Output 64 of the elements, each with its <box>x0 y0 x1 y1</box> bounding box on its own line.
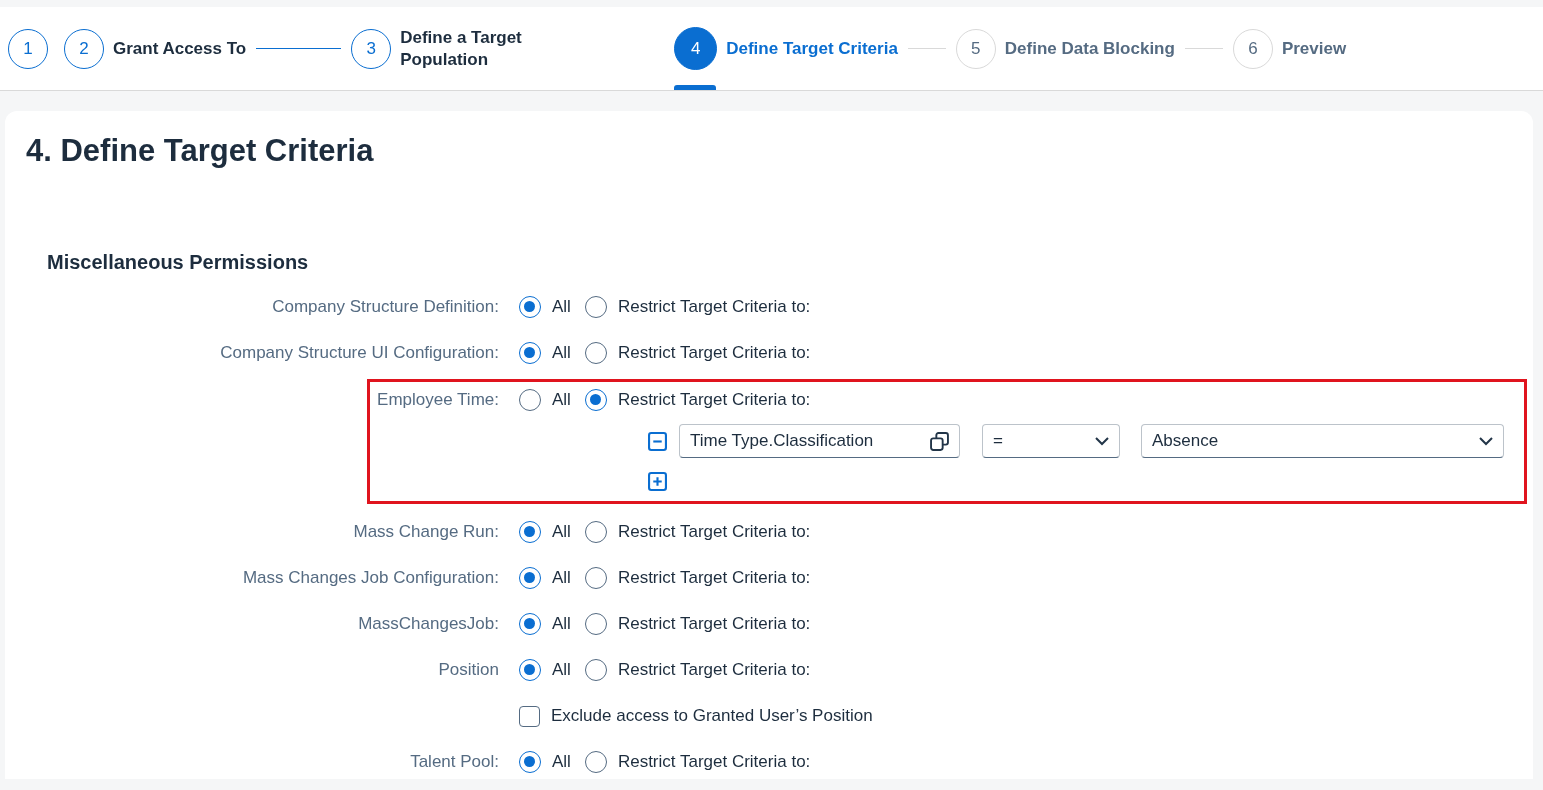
step-number[interactable]: 4 <box>674 27 718 70</box>
radio-button[interactable] <box>519 521 541 543</box>
radio-button[interactable] <box>519 342 541 364</box>
step-number[interactable]: 3 <box>351 28 392 69</box>
step-label[interactable]: Define a Target Population <box>400 26 535 71</box>
checkbox[interactable] <box>519 705 540 727</box>
option-label: Restrict Target Criteria to: <box>617 752 811 772</box>
radio-button[interactable] <box>584 751 607 773</box>
radio-button[interactable] <box>519 613 541 635</box>
field-label: Talent Pool: <box>409 752 500 772</box>
dropdown-caret-icon <box>1095 436 1109 446</box>
radio-button[interactable] <box>519 751 541 773</box>
option-label: All <box>552 343 571 363</box>
copy-icon[interactable] <box>930 431 949 451</box>
checkbox-label: Exclude access to Granted User’s Position <box>551 706 873 726</box>
radio-button[interactable] <box>584 613 607 635</box>
option-label: Restrict Target Criteria to: <box>617 614 811 634</box>
dropdown-caret-icon <box>1479 436 1493 446</box>
step-number[interactable]: 5 <box>955 28 996 69</box>
field-label: Company Structure UI Configuration: <box>219 343 500 363</box>
field-label: MassChangesJob: <box>357 614 500 634</box>
field-label: Position <box>437 660 500 680</box>
radio-button[interactable] <box>584 296 607 318</box>
criteria-field[interactable]: Time Type.Classification <box>679 424 960 458</box>
option-label: All <box>552 660 571 680</box>
option-label: Restrict Target Criteria to: <box>617 343 811 363</box>
radio-button[interactable] <box>584 521 607 543</box>
radio-button[interactable] <box>519 296 541 318</box>
radio-button[interactable] <box>519 659 541 681</box>
option-label: All <box>552 752 571 772</box>
option-label: All <box>552 568 571 588</box>
radio-button[interactable] <box>519 567 541 589</box>
radio-button[interactable] <box>584 342 607 364</box>
step-label[interactable]: Preview <box>1281 37 1347 60</box>
radio-button[interactable] <box>584 389 607 411</box>
option-label: Restrict Target Criteria to: <box>617 297 811 317</box>
option-label: Restrict Target Criteria to: <box>617 390 811 410</box>
active-step-indicator <box>674 85 717 90</box>
operator-dropdown[interactable]: = <box>982 424 1120 458</box>
remove-icon[interactable] <box>648 431 667 451</box>
field-label: Company Structure Definition: <box>271 297 500 317</box>
option-label: Restrict Target Criteria to: <box>617 660 811 680</box>
step-number[interactable]: 2 <box>64 28 104 69</box>
radio-button[interactable] <box>584 567 607 589</box>
step-label[interactable]: Define Target Criteria <box>726 37 898 60</box>
option-label: All <box>552 390 571 410</box>
page-title: 4. Define Target Criteria <box>26 133 375 169</box>
add-icon[interactable] <box>648 472 667 491</box>
option-label: Restrict Target Criteria to: <box>617 568 811 588</box>
field-label: Mass Change Run: <box>352 522 500 542</box>
radio-button[interactable] <box>519 389 541 411</box>
option-label: All <box>552 522 571 542</box>
option-label: All <box>552 614 571 634</box>
step-label[interactable]: Define Data Blocking <box>1004 37 1175 60</box>
option-label: Restrict Target Criteria to: <box>617 522 811 542</box>
field-label: Employee Time: <box>376 390 500 410</box>
field-label: Mass Changes Job Configuration: <box>241 568 500 588</box>
step-number[interactable]: 6 <box>1232 28 1273 69</box>
step-number[interactable]: 1 <box>8 28 48 69</box>
option-label: All <box>552 297 571 317</box>
value-dropdown[interactable]: Absence <box>1141 424 1504 458</box>
radio-button[interactable] <box>584 659 607 681</box>
section-heading: Miscellaneous Permissions <box>47 251 310 274</box>
step-label[interactable]: Grant Access To <box>113 37 247 60</box>
